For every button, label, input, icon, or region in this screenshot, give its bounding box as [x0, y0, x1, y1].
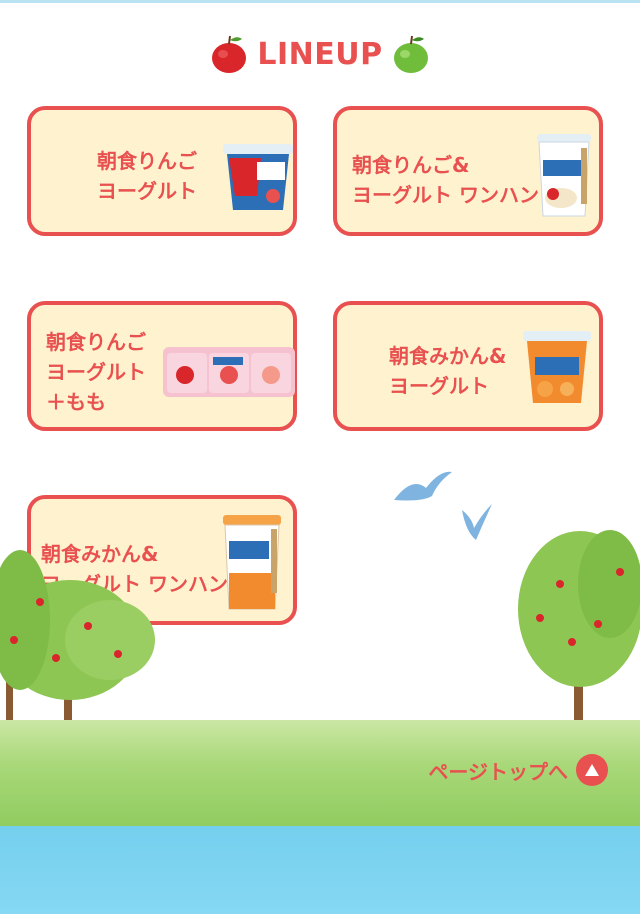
- lineup-header: LINEUP: [0, 30, 640, 78]
- page-title: LINEUP: [257, 36, 383, 72]
- product-label: 朝食りんご ヨーグルト ＋もも: [46, 330, 146, 414]
- product-label: 朝食みかん& ヨーグルト: [389, 344, 507, 398]
- product-card-apple-yogurt-onehand[interactable]: 朝食りんご& ヨーグルト ワンハンド: [333, 106, 603, 236]
- top-strip: [0, 0, 640, 3]
- product-label: 朝食りんご& ヨーグルト ワンハンド: [352, 153, 559, 207]
- product-card-apple-yogurt[interactable]: 朝食りんご ヨーグルト: [27, 106, 297, 236]
- green-apple-icon: [393, 35, 428, 73]
- bird-illustration: [394, 471, 452, 501]
- red-apple-icon: [212, 35, 247, 73]
- water-band: [0, 826, 640, 914]
- arrow-up-icon: [576, 754, 608, 786]
- apple-onehand-cup-image: [537, 134, 591, 217]
- bird-illustration: [462, 504, 492, 540]
- product-card-apple-peach-yogurt[interactable]: 朝食りんご ヨーグルト ＋もも: [27, 301, 297, 431]
- apple-yogurt-cup-image: [223, 144, 293, 210]
- page-top-link[interactable]: ページトップへ: [428, 754, 608, 786]
- mikan-onehand-cup-image: [223, 515, 281, 610]
- product-card-mikan-yogurt[interactable]: 朝食みかん& ヨーグルト: [333, 301, 603, 431]
- page-top-label: ページトップへ: [428, 759, 568, 784]
- product-label: 朝食りんご ヨーグルト: [97, 149, 197, 203]
- mikan-yogurt-cup-image: [523, 331, 591, 403]
- apple-peach-multipack-image: [163, 347, 295, 397]
